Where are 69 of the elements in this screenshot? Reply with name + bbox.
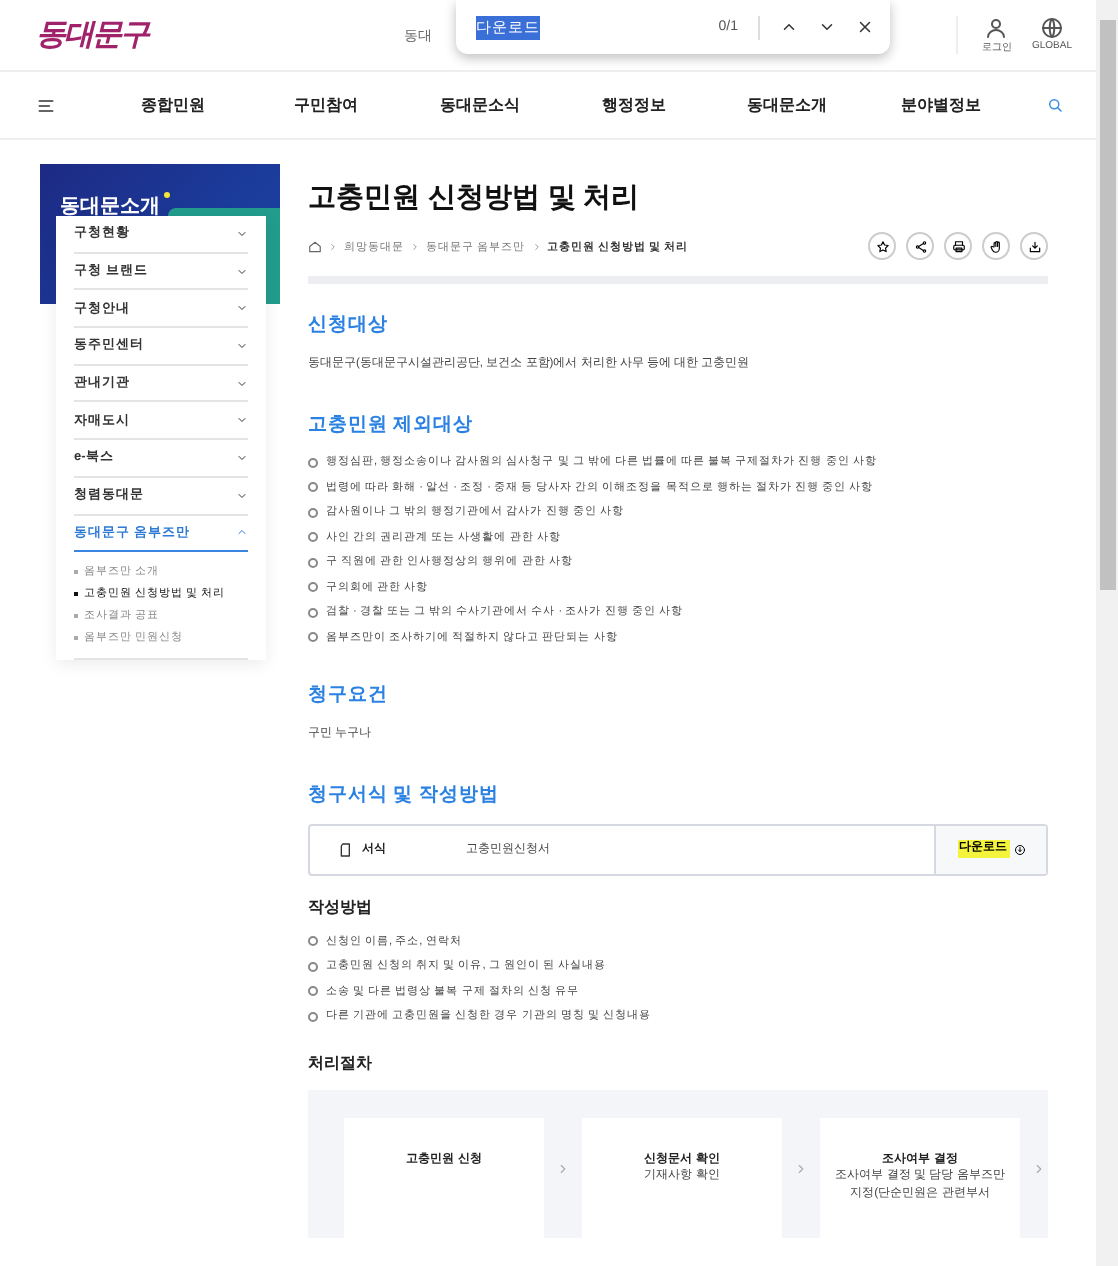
bullet-icon — [308, 507, 318, 517]
globe-icon — [1039, 16, 1064, 40]
bullet-icon — [308, 1011, 318, 1021]
close-icon — [856, 18, 874, 36]
section-heading: 청구요건 — [308, 681, 390, 707]
document-icon — [338, 841, 354, 857]
nav-item[interactable]: 행정정보 — [556, 94, 711, 116]
chevron-down-icon — [236, 451, 248, 464]
next-button[interactable] — [818, 18, 836, 36]
chevron-right-icon — [556, 1161, 570, 1175]
chevron-right-icon — [531, 241, 542, 251]
search-button[interactable] — [1045, 96, 1064, 114]
chevron-down-icon — [818, 18, 836, 36]
close-button[interactable] — [856, 18, 874, 36]
nav-item[interactable]: 동대문소식 — [403, 94, 557, 116]
nav-item[interactable]: 구민참여 — [249, 94, 404, 116]
user-icon — [984, 16, 1009, 40]
chevron-down-icon — [236, 227, 248, 240]
chevron-right-icon — [328, 241, 338, 251]
bullet-icon — [308, 482, 318, 492]
search-icon — [1045, 96, 1064, 114]
chevron-up-icon — [236, 526, 248, 539]
home-button[interactable] — [308, 239, 322, 253]
chevron-down-icon — [236, 489, 248, 502]
printer-icon — [951, 239, 965, 253]
nav-item[interactable]: 동대문소개 — [710, 94, 865, 116]
download-icon — [1013, 843, 1025, 855]
chevron-right-icon — [410, 241, 420, 251]
page-title: 고충민원 신청방법 및 처리 — [308, 180, 642, 216]
home-icon — [308, 239, 322, 253]
subheading: 처리절차 — [308, 1052, 374, 1074]
nav-item[interactable]: 분야별정보 — [864, 94, 1018, 116]
export-button[interactable] — [1020, 232, 1048, 260]
chevron-down-icon — [236, 414, 248, 427]
bullet-icon — [308, 986, 318, 996]
chevron-down-icon — [236, 265, 248, 278]
bullet-icon — [308, 607, 318, 617]
sidebar-title: 동대문소개 — [60, 196, 160, 218]
print-button[interactable] — [944, 232, 972, 260]
dot-icon — [164, 192, 170, 198]
bullet-icon — [308, 532, 318, 542]
chevron-up-icon — [780, 18, 798, 36]
favorite-button[interactable] — [868, 232, 896, 260]
chevron-down-icon — [236, 339, 248, 352]
logo[interactable]: 동대문구 — [36, 16, 148, 54]
subheading: 작성방법 — [308, 895, 374, 917]
bullet-icon — [308, 936, 318, 946]
chevron-right-icon — [794, 1161, 808, 1175]
bullet-icon — [308, 557, 318, 567]
bullet-icon — [308, 457, 318, 467]
bullet-icon — [308, 582, 318, 592]
scrollbar[interactable] — [1096, 0, 1118, 1266]
chevron-right-icon — [1032, 1161, 1046, 1175]
bullet-icon — [308, 632, 318, 642]
menu-icon — [36, 95, 56, 115]
nav-item[interactable]: 종합민원 — [96, 94, 250, 116]
chevron-down-icon — [236, 302, 248, 315]
section-heading: 청구서식 및 작성방법 — [308, 781, 501, 807]
share-button[interactable] — [906, 232, 934, 260]
section-heading: 신청대상 — [308, 312, 390, 338]
section-heading: 고충민원 제외대상 — [308, 412, 476, 438]
hand-icon — [989, 239, 1003, 253]
export-icon — [1027, 239, 1041, 253]
previous-button[interactable] — [780, 18, 798, 36]
hand-button[interactable] — [982, 232, 1010, 260]
share-icon — [913, 239, 927, 253]
chevron-down-icon — [236, 377, 248, 390]
bullet-icon — [308, 961, 318, 971]
star-icon — [875, 239, 889, 253]
